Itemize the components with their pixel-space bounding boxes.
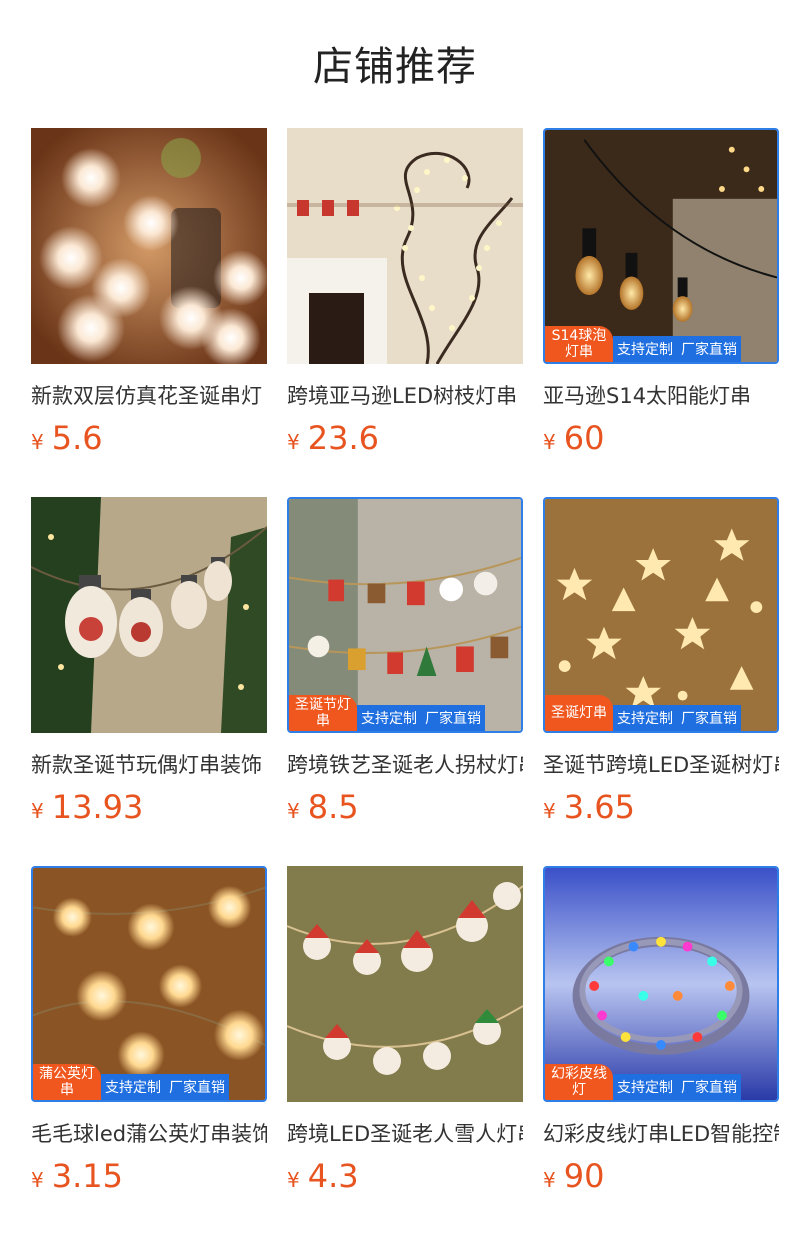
currency-symbol: ¥ (543, 430, 556, 454)
product-name[interactable]: 亚马逊S14太阳能灯串 (543, 382, 779, 410)
category-badge: S14球泡灯串 (545, 326, 613, 362)
product-price: ¥60 (543, 418, 779, 458)
category-badge: 幻彩皮线灯 (545, 1064, 613, 1100)
product-card-6[interactable]: 圣诞灯串 支持定制 厂家直销 圣诞节跨境LED圣诞树灯串 ¥3.65 (543, 497, 779, 827)
product-badge: S14球泡灯串 支持定制 厂家直销 (545, 326, 741, 362)
feature-badges: 支持定制 厂家直销 (101, 1074, 229, 1100)
currency-symbol: ¥ (287, 799, 300, 823)
feature-badges: 支持定制 厂家直销 (613, 705, 741, 731)
currency-symbol: ¥ (31, 1168, 44, 1192)
product-image[interactable] (287, 128, 523, 364)
product-name[interactable]: 新款圣诞节玩偶灯串装饰 (31, 751, 267, 779)
category-badge: 蒲公英灯串 (33, 1064, 101, 1100)
feature-custom: 支持定制 (617, 342, 673, 358)
product-price: ¥90 (543, 1156, 779, 1196)
feature-badges: 支持定制 厂家直销 (613, 1074, 741, 1100)
product-name[interactable]: 幻彩皮线灯串LED智能控制 (543, 1120, 779, 1148)
product-card-8[interactable]: 跨境LED圣诞老人雪人灯串 ¥4.3 (287, 866, 523, 1196)
feature-custom: 支持定制 (105, 1080, 161, 1096)
product-card-9[interactable]: 幻彩皮线灯 支持定制 厂家直销 幻彩皮线灯串LED智能控制 ¥90 (543, 866, 779, 1196)
feature-factory: 厂家直销 (681, 342, 737, 358)
product-image[interactable] (31, 128, 267, 364)
product-badge: 幻彩皮线灯 支持定制 厂家直销 (545, 1064, 741, 1100)
product-image[interactable]: S14球泡灯串 支持定制 厂家直销 (543, 128, 779, 364)
product-price: ¥23.6 (287, 418, 523, 458)
product-price: ¥3.65 (543, 787, 779, 827)
feature-factory: 厂家直销 (681, 1080, 737, 1096)
price-value: 13.93 (51, 788, 144, 826)
product-price: ¥3.15 (31, 1156, 267, 1196)
product-image[interactable]: 圣诞节灯串 支持定制 厂家直销 (287, 497, 523, 733)
santa-snowman-lights-image (287, 866, 523, 1102)
feature-factory: 厂家直销 (169, 1080, 225, 1096)
product-card-5[interactable]: 圣诞节灯串 支持定制 厂家直销 跨境铁艺圣诞老人拐杖灯串 ¥8.5 (287, 497, 523, 827)
price-value: 8.5 (307, 788, 359, 826)
product-image[interactable]: 蒲公英灯串 支持定制 厂家直销 (31, 866, 267, 1102)
feature-custom: 支持定制 (361, 711, 417, 727)
currency-symbol: ¥ (543, 799, 556, 823)
price-value: 5.6 (51, 419, 103, 457)
feature-custom: 支持定制 (617, 1080, 673, 1096)
product-price: ¥13.93 (31, 787, 267, 827)
doll-bulb-lights-image (31, 497, 267, 733)
product-card-1[interactable]: 新款双层仿真花圣诞串灯 ¥5.6 (31, 128, 267, 458)
currency-symbol: ¥ (31, 799, 44, 823)
price-value: 23.6 (307, 419, 379, 457)
currency-symbol: ¥ (287, 1168, 300, 1192)
feature-badges: 支持定制 厂家直销 (613, 336, 741, 362)
product-badge: 蒲公英灯串 支持定制 厂家直销 (33, 1064, 229, 1100)
product-card-7[interactable]: 蒲公英灯串 支持定制 厂家直销 毛毛球led蒲公英灯串装饰 ¥3.15 (31, 866, 267, 1196)
product-name[interactable]: 跨境亚马逊LED树枝灯串 (287, 382, 523, 410)
section-title: 店铺推荐 (313, 44, 477, 90)
product-image[interactable]: 圣诞灯串 支持定制 厂家直销 (543, 497, 779, 733)
product-price: ¥8.5 (287, 787, 523, 827)
feature-factory: 厂家直销 (425, 711, 481, 727)
price-value: 4.3 (307, 1157, 359, 1195)
currency-symbol: ¥ (31, 430, 44, 454)
product-card-3[interactable]: S14球泡灯串 支持定制 厂家直销 亚马逊S14太阳能灯串 ¥60 (543, 128, 779, 458)
product-name[interactable]: 圣诞节跨境LED圣诞树灯串 (543, 751, 779, 779)
feature-badges: 支持定制 厂家直销 (357, 705, 485, 731)
category-badge: 圣诞灯串 (545, 695, 613, 731)
feature-factory: 厂家直销 (681, 711, 737, 727)
product-name[interactable]: 跨境LED圣诞老人雪人灯串 (287, 1120, 523, 1148)
product-image[interactable]: 幻彩皮线灯 支持定制 厂家直销 (543, 866, 779, 1102)
feature-custom: 支持定制 (617, 711, 673, 727)
product-name[interactable]: 新款双层仿真花圣诞串灯 (31, 382, 267, 410)
product-name[interactable]: 毛毛球led蒲公英灯串装饰 (31, 1120, 267, 1148)
product-price: ¥4.3 (287, 1156, 523, 1196)
product-badge: 圣诞灯串 支持定制 厂家直销 (545, 695, 741, 731)
price-value: 90 (563, 1157, 605, 1195)
price-value: 60 (563, 419, 605, 457)
category-badge: 圣诞节灯串 (289, 695, 357, 731)
price-value: 3.65 (563, 788, 635, 826)
currency-symbol: ¥ (287, 430, 300, 454)
product-card-2[interactable]: 跨境亚马逊LED树枝灯串 ¥23.6 (287, 128, 523, 458)
product-image[interactable] (287, 866, 523, 1102)
branch-lights-image (287, 128, 523, 364)
product-card-4[interactable]: 新款圣诞节玩偶灯串装饰 ¥13.93 (31, 497, 267, 827)
flower-lights-image (31, 128, 267, 364)
product-name[interactable]: 跨境铁艺圣诞老人拐杖灯串 (287, 751, 523, 779)
product-badge: 圣诞节灯串 支持定制 厂家直销 (289, 695, 485, 731)
price-value: 3.15 (51, 1157, 123, 1195)
product-image[interactable] (31, 497, 267, 733)
product-price: ¥5.6 (31, 418, 267, 458)
currency-symbol: ¥ (543, 1168, 556, 1192)
